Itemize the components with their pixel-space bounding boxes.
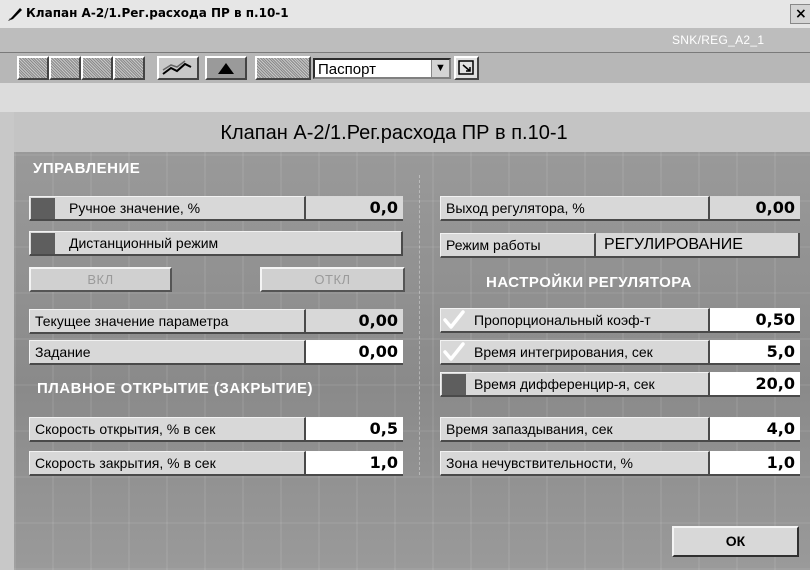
ti-value[interactable]: 5,0 <box>710 340 800 365</box>
settings-heading: НАСТРОЙКИ РЕГУЛЯТОРА <box>486 274 692 291</box>
toolbar: Паспорт ▼ <box>0 53 810 83</box>
title-bar: Клапан А-2/1.Рег.расхода ПР в п.10-1 × <box>0 0 810 29</box>
mode-value: РЕГУЛИРОВАНИЕ <box>596 233 800 258</box>
chevron-down-icon[interactable]: ▼ <box>431 60 449 77</box>
expand-icon <box>458 60 474 75</box>
remote-mode-label: Дистанционный режим <box>29 231 403 256</box>
current-value: 0,00 <box>306 309 403 334</box>
ok-button[interactable]: ОК <box>672 526 799 557</box>
column-divider <box>419 175 420 475</box>
regulator-output-value: 0,00 <box>710 196 800 221</box>
window: Клапан А-2/1.Рег.расхода ПР в п.10-1 × S… <box>0 0 810 570</box>
view-select[interactable]: Паспорт ▼ <box>313 58 451 79</box>
td-indicator[interactable] <box>442 374 466 395</box>
setpoint-value[interactable]: 0,00 <box>306 340 403 365</box>
mode-label: Режим работы <box>440 233 596 258</box>
pen-icon <box>8 8 22 21</box>
manual-value[interactable]: 0,0 <box>306 196 403 221</box>
smooth-heading: ПЛАВНОЕ ОТКРЫТИЕ (ЗАКРЫТИЕ) <box>37 380 313 397</box>
page-title: Клапан А-2/1.Рег.расхода ПР в п.10-1 <box>220 122 568 144</box>
manual-value-label: Ручное значение, % <box>29 196 306 221</box>
ti-label: Время интегрирования, сек <box>440 340 710 365</box>
td-value[interactable]: 20,0 <box>710 372 800 397</box>
id-bar: SNK/REG_A2_1 <box>0 28 810 53</box>
toolbar-button-3[interactable] <box>81 56 113 80</box>
left-edge <box>0 112 15 570</box>
kp-label: Пропорциональный коэф-т <box>440 308 710 333</box>
deadband-label: Зона нечувствительности, % <box>440 451 710 476</box>
trend-button[interactable] <box>157 56 199 80</box>
current-value-label: Текущее значение параметра <box>29 309 306 334</box>
up-button[interactable] <box>205 56 247 80</box>
manual-indicator <box>31 198 55 219</box>
toolbar-button-5[interactable] <box>255 56 311 80</box>
regulator-output-label: Выход регулятора, % <box>440 196 710 221</box>
trend-icon <box>162 60 192 75</box>
td-label: Время дифференцир-я, сек <box>440 372 710 397</box>
checkmark-icon[interactable] <box>442 309 466 330</box>
close-speed-label: Скорость закрытия, % в сек <box>29 451 306 476</box>
toolbar-button-4[interactable] <box>113 56 145 80</box>
expand-button[interactable] <box>454 56 479 80</box>
view-select-value: Паспорт <box>318 61 376 78</box>
remote-indicator[interactable] <box>31 233 55 254</box>
on-button[interactable]: ВКЛ <box>29 267 172 292</box>
off-button[interactable]: ОТКЛ <box>260 267 405 292</box>
open-speed-label: Скорость открытия, % в сек <box>29 417 306 442</box>
toolbar-button-1[interactable] <box>17 56 49 80</box>
control-heading: УПРАВЛЕНИЕ <box>33 160 141 177</box>
delay-label: Время запаздывания, сек <box>440 417 710 442</box>
open-speed-value[interactable]: 0,5 <box>306 417 403 442</box>
setpoint-label: Задание <box>29 340 306 365</box>
delay-value[interactable]: 4,0 <box>710 417 800 442</box>
kp-value[interactable]: 0,50 <box>710 308 800 333</box>
checkmark-icon[interactable] <box>442 341 466 362</box>
triangle-up-icon <box>218 63 234 74</box>
deadband-value[interactable]: 1,0 <box>710 451 800 476</box>
toolbar-button-2[interactable] <box>49 56 81 80</box>
window-title: Клапан А-2/1.Рег.расхода ПР в п.10-1 <box>26 6 289 20</box>
object-id: SNK/REG_A2_1 <box>672 33 765 47</box>
close-speed-value[interactable]: 1,0 <box>306 451 403 476</box>
close-button[interactable]: × <box>790 4 810 24</box>
